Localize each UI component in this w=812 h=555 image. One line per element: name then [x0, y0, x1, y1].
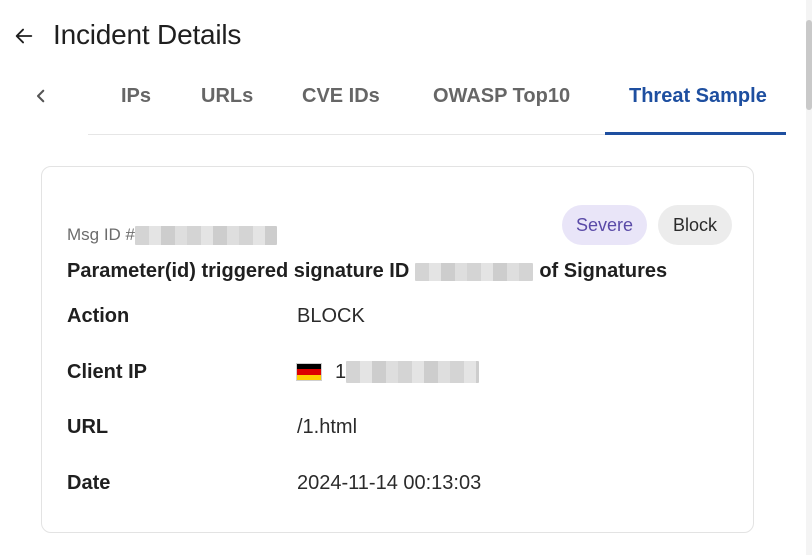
country-flag-icon: [297, 364, 321, 380]
msg-id-label: Msg ID #: [67, 225, 136, 244]
back-button[interactable]: [10, 22, 38, 50]
tab-owasp-top10[interactable]: OWASP Top10: [433, 85, 570, 108]
detail-value: BLOCK: [297, 304, 365, 327]
flag-stripe: [297, 374, 321, 380]
severity-badge: Severe: [562, 205, 647, 245]
signature-summary: Parameter(id) triggered signature ID of …: [67, 260, 667, 283]
detail-row-client-ip: Client IP 1: [67, 358, 480, 386]
client-ip-value: 1: [297, 360, 480, 384]
detail-label: Action: [67, 304, 130, 327]
msg-id: Msg ID #: [67, 225, 278, 245]
arrow-left-icon: [15, 28, 33, 44]
tabs-scroll-left-button[interactable]: [28, 83, 54, 109]
tab-cve-ids[interactable]: CVE IDs: [302, 85, 380, 108]
tab-urls[interactable]: URLs: [201, 85, 253, 108]
tab-ips[interactable]: IPs: [121, 85, 151, 108]
detail-value: 2024-11-14 00:13:03: [297, 471, 482, 494]
action-badge: Block: [658, 205, 732, 245]
redacted-ip: [346, 361, 480, 383]
detail-value: /1.html: [297, 415, 358, 438]
page-title: Incident Details: [53, 19, 242, 50]
detail-label: Date: [67, 471, 111, 494]
detail-label: URL: [67, 415, 109, 438]
detail-row-url: URL /1.html: [67, 413, 357, 441]
page-header: Incident Details: [0, 0, 812, 75]
chevron-left-icon: [36, 89, 45, 103]
signature-prefix: Parameter(id) triggered signature ID: [67, 260, 410, 282]
redacted-msg-id: [135, 225, 278, 245]
signature-suffix: of Signatures: [539, 260, 668, 282]
active-tab-indicator: [605, 132, 786, 135]
detail-row-action: Action BLOCK: [67, 302, 365, 330]
detail-row-date: Date 2024-11-14 00:13:03: [67, 469, 481, 497]
client-ip-text: 1: [335, 360, 347, 383]
tab-threat-sample[interactable]: Threat Sample: [629, 85, 767, 108]
detail-label: Client IP: [67, 360, 148, 383]
redacted-signature-id: [415, 262, 534, 281]
tab-bar: IPs URLs CVE IDs OWASP Top10 Threat Samp…: [0, 75, 812, 137]
threat-sample-card: Msg ID # Severe Block Parameter(id) trig…: [41, 166, 754, 533]
